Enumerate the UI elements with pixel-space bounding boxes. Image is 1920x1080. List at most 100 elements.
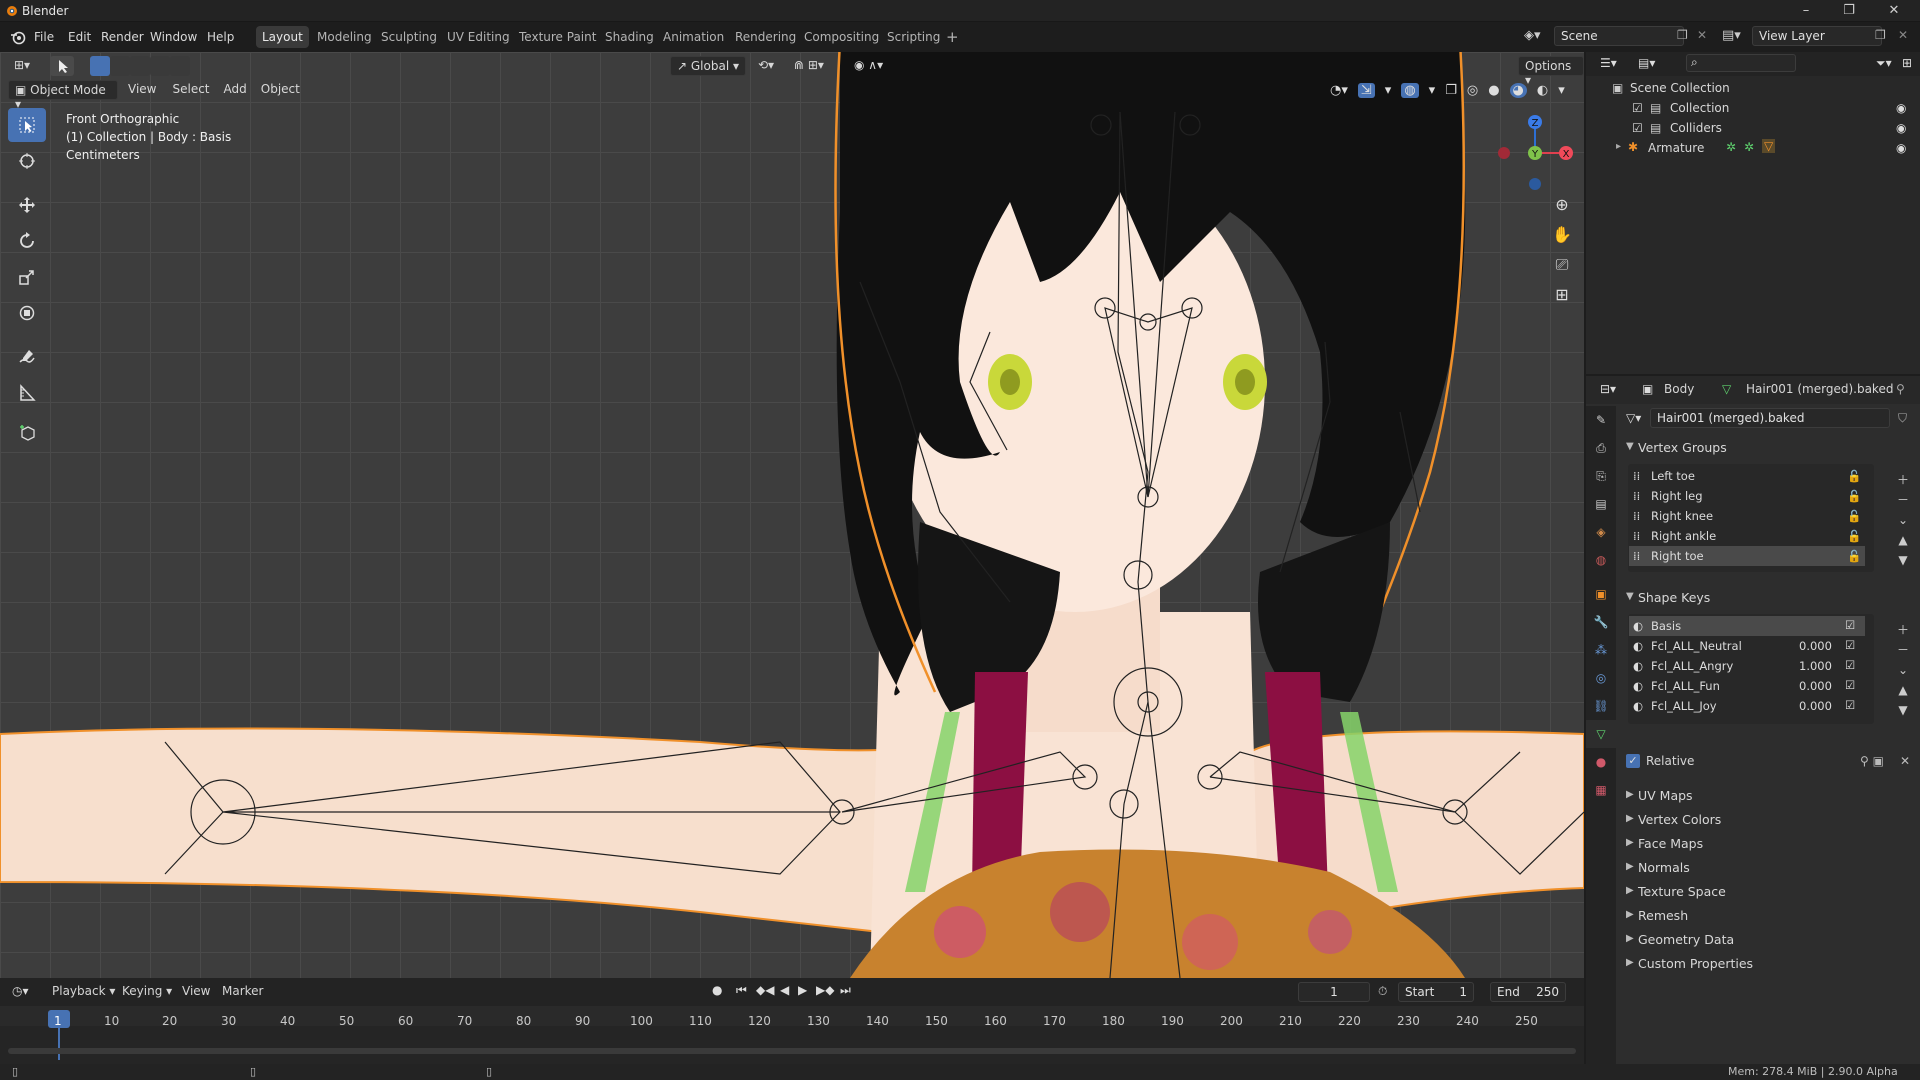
move-down-icon[interactable]: ▼ (1894, 700, 1912, 720)
add-workspace-button[interactable]: + (940, 24, 965, 46)
list-item[interactable]: ◐ Fcl_ALL_Angry 1.000 ☑ (1629, 656, 1865, 676)
solid-shading-icon[interactable]: ● (1488, 83, 1499, 98)
transform-orientation-dropdown[interactable]: ↗ Global ▾ (670, 56, 746, 76)
tab-sculpting[interactable]: Sculpting (375, 26, 443, 48)
move-up-icon[interactable]: ▲ (1894, 530, 1912, 550)
shape-key-value[interactable]: 0.000 (1799, 699, 1832, 713)
list-item[interactable]: ⁞⁞ Right ankle 🔓 (1629, 526, 1865, 546)
viewport-menu-select[interactable]: Select (166, 80, 215, 100)
snap-icon[interactable]: ⋒ ⊞▾ (788, 56, 830, 76)
menu-help[interactable]: Help (207, 30, 234, 44)
display-mode-icon[interactable]: ▤▾ (1638, 56, 1655, 70)
shading-dropdown-icon[interactable]: ▾ (1558, 83, 1565, 98)
mode-dropdown[interactable]: ▣ Object Mode ▾ (8, 80, 118, 111)
select-mode-invert-icon[interactable] (150, 56, 170, 76)
gizmo-dropdown-icon[interactable]: ▾ (1385, 83, 1392, 98)
constraints-tab-icon[interactable]: ⛓ (1586, 692, 1616, 720)
select-mode-new-icon[interactable] (90, 56, 110, 76)
particles-tab-icon[interactable]: ⁂ (1586, 636, 1616, 664)
modifier-tab-icon[interactable]: 🔧 (1586, 608, 1616, 636)
maximize-button[interactable]: ❐ (1834, 2, 1864, 20)
normals-section[interactable]: ▶ Normals (1626, 856, 1916, 880)
lock-icon[interactable]: 🔓 (1847, 549, 1861, 563)
clear-shape-keys-icon[interactable]: ✕ (1900, 754, 1910, 768)
list-item[interactable]: ◐ Fcl_ALL_Neutral 0.000 ☑ (1629, 636, 1865, 656)
datablock-selector[interactable]: ▽▾ Hair001 (merged).baked ⛉ (1626, 408, 1916, 430)
xray-toggle-icon[interactable]: ❐ (1445, 83, 1457, 98)
menu-edit[interactable]: Edit (68, 30, 91, 44)
lock-icon[interactable]: 🔓 (1847, 509, 1861, 523)
new-view-layer-icon[interactable]: ❐ (1875, 28, 1886, 42)
texture-tab-icon[interactable]: ▦ (1586, 776, 1616, 804)
properties-editor-type-icon[interactable]: ⊟▾ (1600, 382, 1616, 396)
face-maps-section[interactable]: ▶ Face Maps (1626, 832, 1916, 856)
mute-checkbox-icon[interactable]: ☑ (1845, 658, 1855, 672)
rendered-shading-icon[interactable]: ◐ (1537, 83, 1548, 98)
data-tab-icon[interactable]: ▽ (1586, 720, 1616, 748)
pin-icon[interactable]: ⚲ (1896, 382, 1905, 396)
3d-viewport[interactable]: ⊞▾ ↗ Global ▾ ⟲▾ ⋒ ⊞▾ ◉ ∧▾ Options ▾ ▣ O… (0, 52, 1584, 978)
shape-key-value[interactable]: 1.000 (1799, 659, 1832, 673)
remove-shape-key-button[interactable]: － (1894, 640, 1912, 660)
view-layer-icon[interactable]: ▤▾ (1722, 28, 1741, 43)
move-down-icon[interactable]: ▼ (1894, 550, 1912, 570)
mute-checkbox-icon[interactable]: ☑ (1845, 678, 1855, 692)
visibility-eye-icon[interactable]: ◉ (1896, 101, 1906, 115)
viewport-menu-object[interactable]: Object (255, 80, 306, 100)
list-item[interactable]: ◐ Fcl_ALL_Joy 0.000 ☑ (1629, 696, 1865, 716)
tab-uv-editing[interactable]: UV Editing (441, 26, 516, 48)
vertex-colors-section[interactable]: ▶ Vertex Colors (1626, 808, 1916, 832)
tab-animation[interactable]: Animation (657, 26, 730, 48)
vertex-group-specials-icon[interactable]: ⌄ (1894, 510, 1912, 530)
scene-tab-icon[interactable]: ◈ (1586, 518, 1616, 546)
minimize-button[interactable]: – (1791, 2, 1821, 20)
remove-vertex-group-button[interactable]: － (1894, 490, 1912, 510)
select-box-mode-icon[interactable] (50, 56, 74, 76)
camera-view-icon[interactable]: ⎚ (1548, 250, 1576, 280)
list-item[interactable]: ⁞⁞ Left toe 🔓 (1629, 466, 1865, 486)
list-item[interactable]: ◐ Fcl_ALL_Fun 0.000 ☑ (1629, 676, 1865, 696)
annotate-tool-icon[interactable] (8, 340, 46, 374)
expand-arrow-icon[interactable]: ▸ (1616, 141, 1621, 152)
shape-keys-section[interactable]: ▼ Shape Keys (1626, 586, 1916, 610)
fake-user-shield-icon[interactable]: ⛉ (1898, 411, 1907, 426)
add-cube-tool-icon[interactable] (8, 416, 46, 450)
new-scene-icon[interactable]: ❐ (1677, 28, 1688, 42)
outliner-search-input[interactable]: ⌕ (1686, 54, 1796, 72)
tool-tab-icon[interactable]: ✎ (1586, 406, 1616, 434)
add-vertex-group-button[interactable]: ＋ (1894, 470, 1912, 490)
tab-shading[interactable]: Shading (599, 26, 660, 48)
tab-texture-paint[interactable]: Texture Paint (513, 26, 602, 48)
mesh-child-icon[interactable]: ▽ (1762, 139, 1776, 153)
armature-data-icon[interactable]: ✲ (1726, 140, 1736, 154)
ortho-grid-icon[interactable]: ⊞ (1548, 280, 1576, 310)
pose-icon[interactable]: ✲ (1744, 140, 1754, 154)
cursor-tool-icon[interactable] (8, 144, 46, 178)
move-up-icon[interactable]: ▲ (1894, 680, 1912, 700)
scene-field[interactable]: Scene (1554, 26, 1684, 46)
tab-compositing[interactable]: Compositing (798, 26, 885, 48)
shape-key-specials-icon[interactable]: ⌄ (1894, 660, 1912, 680)
viewport-menu-view[interactable]: View (122, 80, 162, 100)
visibility-eye-icon[interactable]: ◉ (1896, 141, 1906, 155)
remesh-section[interactable]: ▶ Remesh (1626, 904, 1916, 928)
visibility-icon[interactable]: ◔▾ (1330, 83, 1348, 98)
menu-window[interactable]: Window (150, 30, 197, 44)
outliner-item-scene-collection[interactable]: ▣ Scene Collection (1586, 78, 1920, 98)
object-tab-icon[interactable]: ▣ (1586, 580, 1616, 608)
tab-scripting[interactable]: Scripting (881, 26, 946, 48)
select-box-tool-icon[interactable] (8, 108, 46, 142)
lock-icon[interactable]: 🔓 (1847, 489, 1861, 503)
mute-checkbox-icon[interactable]: ☑ (1845, 638, 1855, 652)
view-layer-tab-icon[interactable]: ▤ (1586, 490, 1616, 518)
lock-icon[interactable]: 🔓 (1847, 529, 1861, 543)
texture-space-section[interactable]: ▶ Texture Space (1626, 880, 1916, 904)
shape-key-lock-icon[interactable]: ⚲ ▣ (1860, 754, 1884, 768)
list-item[interactable]: ⁞⁞ Right knee 🔓 (1629, 506, 1865, 526)
viewport-menu-add[interactable]: Add (218, 80, 253, 100)
select-mode-extend-icon[interactable] (110, 56, 130, 76)
outliner-item-colliders[interactable]: ☑ ▤ Colliders ◉ (1586, 118, 1920, 138)
delete-scene-icon[interactable]: ✕ (1697, 28, 1707, 42)
geometry-data-section[interactable]: ▶ Geometry Data (1626, 928, 1916, 952)
exclude-checkbox-icon[interactable]: ☑ (1632, 121, 1643, 135)
